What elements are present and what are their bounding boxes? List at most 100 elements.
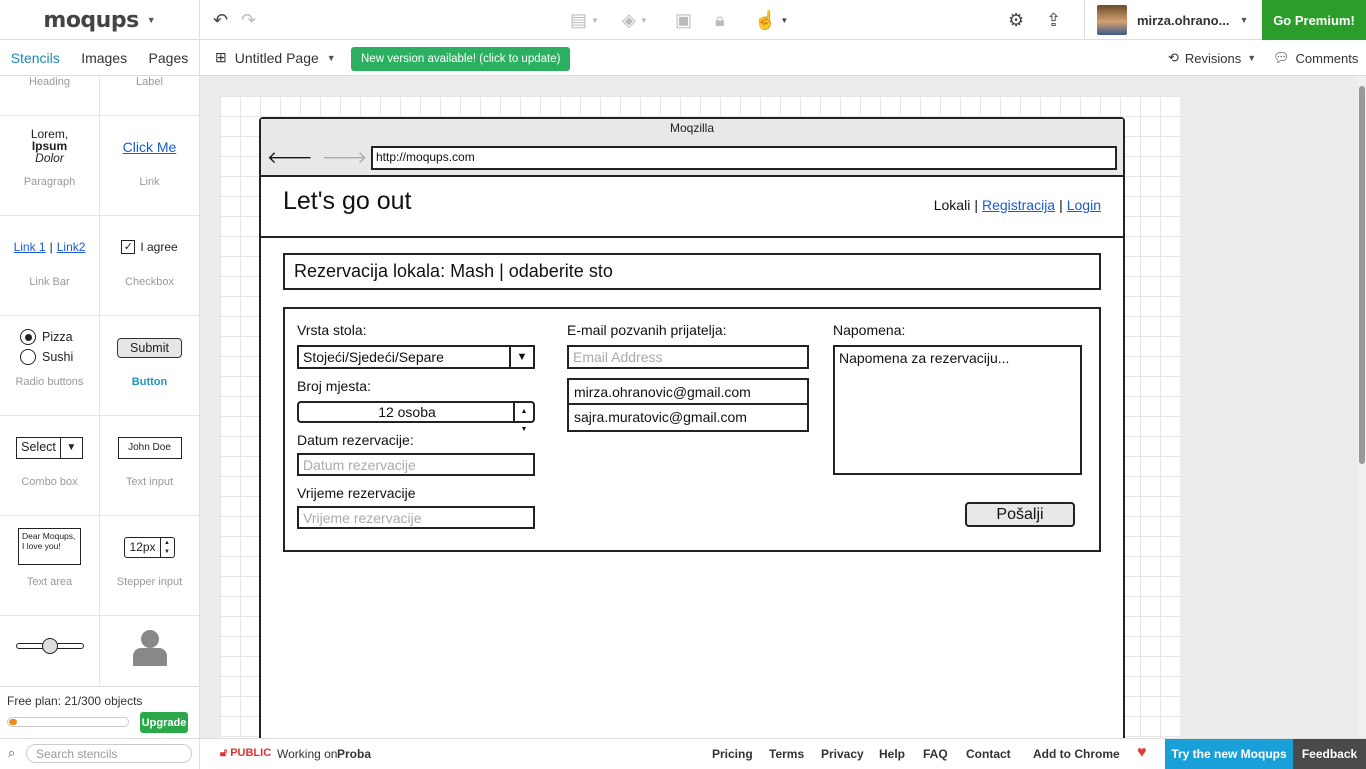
feedback-button[interactable]: Feedback — [1293, 739, 1366, 769]
revisions-button[interactable]: ⟲ Revisions ▼ — [1168, 50, 1256, 66]
site-nav: Lokali | Registracija | Login — [933, 197, 1101, 213]
nav-current: Lokali — [933, 197, 971, 213]
vertical-scrollbar[interactable] — [1358, 76, 1366, 738]
browser-mockup[interactable]: Moqzilla 🡐 🡒 ⟳ ⌂ http://moqups.com Let's… — [259, 117, 1125, 738]
layers-icon[interactable]: ◈ ▼ — [622, 10, 648, 31]
seats-label: Broj mjesta: — [297, 378, 371, 394]
unlock-icon: 🔓︎ — [220, 747, 228, 759]
try-new-moqups-button[interactable]: Try the new Moqups — [1165, 739, 1293, 769]
email-list-item[interactable]: sajra.muratovic@gmail.com — [569, 405, 807, 430]
footer-link-contact[interactable]: Contact — [966, 747, 1011, 761]
share-icon[interactable]: ⇪ — [1046, 10, 1061, 31]
avatar — [1097, 5, 1127, 35]
project-name[interactable]: Proba — [337, 747, 371, 761]
stencil-combo-box[interactable]: Select ▼ Combo box — [0, 416, 100, 516]
stencil-label: Radio buttons — [15, 376, 84, 388]
stencil-label: Checkbox — [125, 276, 174, 288]
stencil-radio-buttons[interactable]: Pizza Sushi Radio buttons — [0, 316, 100, 416]
search-input[interactable] — [26, 744, 192, 763]
stencil-stepper-input[interactable]: 12px ▲ ▼ Stepper input — [100, 516, 199, 616]
preview-text: Dear Moqups, — [22, 531, 76, 541]
stencil-text-area[interactable]: Dear Moqups, I love you! Text area — [0, 516, 100, 616]
add-to-chrome-link[interactable]: Add to Chrome — [1033, 747, 1120, 761]
date-input[interactable] — [297, 453, 535, 476]
logo-text: moqups — [43, 7, 139, 33]
tab-stencils[interactable]: Stencils — [11, 50, 60, 66]
date-label: Datum rezervacije: — [297, 432, 414, 448]
lock-icon[interactable]: 🔒︎ — [715, 10, 725, 31]
comments-button[interactable]: 💬︎ Comments — [1273, 50, 1358, 66]
stencil-label: Heading — [29, 76, 70, 88]
footer-link-pricing[interactable]: Pricing — [712, 747, 753, 761]
checkbox-icon: ✓ — [121, 240, 136, 254]
upgrade-button[interactable]: Upgrade — [140, 712, 188, 733]
top-toolbar: moqups ▼ ↶ ↷ ▤ ▼ ◈ ▼ ▣ 🔒︎ ☝ ▼ ⚙ ⇪ mirza.ohr… — [0, 0, 1366, 40]
chevron-down-icon: ▼ — [146, 15, 156, 25]
seats-stepper[interactable]: 12 osoba ▲ ▼ — [297, 401, 535, 433]
stencil-label[interactable]: Label — [100, 76, 199, 116]
submit-button[interactable]: Pošalji — [965, 502, 1075, 527]
email-list-item[interactable]: mirza.ohranovic@gmail.com — [569, 380, 807, 405]
email-input[interactable] — [567, 345, 809, 369]
stencil-button[interactable]: Submit Button — [100, 316, 199, 416]
search-icon: ⌕ — [8, 745, 16, 760]
reservation-banner: Rezervacija lokala: Mash | odaberite sto — [283, 253, 1101, 290]
tab-images[interactable]: Images — [81, 50, 127, 66]
chevron-down-icon: ▼ — [59, 438, 82, 458]
canvas-area[interactable]: Moqzilla 🡐 🡒 ⟳ ⌂ http://moqups.com Let's… — [200, 76, 1366, 738]
stencil-label: Stepper input — [116, 576, 183, 588]
new-version-button[interactable]: New version available! (click to update) — [351, 47, 571, 71]
preview-button: Submit — [117, 338, 182, 358]
public-badge[interactable]: 🔓︎ PUBLIC — [220, 747, 271, 760]
preview-text: I agree — [140, 240, 178, 254]
stencil-avatar[interactable] — [100, 616, 199, 686]
logo[interactable]: moqups ▼ — [0, 0, 200, 40]
undo-icon[interactable]: ↶ — [213, 10, 228, 31]
table-type-select[interactable]: Stojeći/Sjedeći/Separe ▼ — [297, 345, 535, 369]
group-icon[interactable]: ▣ — [675, 10, 692, 31]
radio-icon — [20, 349, 36, 365]
plan-panel: Free plan: 21/300 objects Upgrade — [0, 686, 200, 738]
stepper-arrows-icon[interactable]: ▲ ▼ — [513, 403, 533, 433]
stepper-arrows-icon: ▲ ▼ — [159, 538, 174, 557]
canvas-page[interactable]: Moqzilla 🡐 🡒 ⟳ ⌂ http://moqups.com Let's… — [220, 96, 1180, 738]
stencil-link[interactable]: Click Me Link — [100, 116, 199, 216]
redo-icon[interactable]: ↷ — [241, 10, 256, 31]
secondary-toolbar: Stencils Images Pages ⊞ Untitled Page ▼ … — [0, 40, 1366, 76]
stencil-label: Paragraph — [23, 176, 76, 188]
note-textarea[interactable]: Napomena za rezervaciju... — [833, 345, 1082, 475]
stencil-paragraph[interactable]: Lorem, Ipsum Dolor Paragraph — [0, 116, 100, 216]
footer-link-privacy[interactable]: Privacy — [821, 747, 864, 761]
gear-icon[interactable]: ⚙ — [1008, 10, 1024, 31]
stencil-checkbox[interactable]: ✓ I agree Checkbox — [100, 216, 199, 316]
seats-value: 12 osoba — [378, 404, 436, 420]
time-input[interactable] — [297, 506, 535, 529]
preview-text: 12px — [129, 540, 156, 554]
plan-usage-fill — [9, 719, 17, 725]
user-menu[interactable]: mirza.ohrano... ▼ — [1084, 0, 1262, 40]
browser-title: Moqzilla — [669, 121, 714, 135]
email-label: E-mail pozvanih prijatelja: — [567, 322, 727, 338]
footer-link-terms[interactable]: Terms — [769, 747, 804, 761]
footer-link-help[interactable]: Help — [879, 747, 905, 761]
nav-link-registracija[interactable]: Registracija — [982, 197, 1055, 213]
forward-arrow-icon: 🡒 — [321, 148, 368, 167]
stencil-slider[interactable] — [0, 616, 100, 686]
footer-link-faq[interactable]: FAQ — [923, 747, 948, 761]
stencil-heading[interactable]: Heading — [0, 76, 100, 116]
tab-pages[interactable]: Pages — [149, 50, 189, 66]
stencil-link-bar[interactable]: Link 1 | Link2 Link Bar — [0, 216, 100, 316]
preview-text: I love you! — [22, 541, 61, 551]
radio-icon — [20, 329, 36, 345]
interaction-icon[interactable]: ☝ ▼ — [754, 10, 788, 31]
page-selector[interactable]: ⊞ Untitled Page ▼ — [215, 49, 336, 66]
heart-icon[interactable]: ♥ — [1137, 744, 1147, 762]
preview-link: Click Me — [122, 139, 177, 155]
user-name: mirza.ohrano... — [1137, 12, 1230, 28]
scrollbar-thumb[interactable] — [1359, 86, 1365, 464]
preview-input: John Doe — [117, 437, 182, 459]
go-premium-button[interactable]: Go Premium! — [1262, 0, 1366, 40]
stencil-text-input[interactable]: John Doe Text input — [100, 416, 199, 516]
nav-link-login[interactable]: Login — [1067, 197, 1101, 213]
align-icon[interactable]: ▤ ▼ — [570, 10, 599, 31]
